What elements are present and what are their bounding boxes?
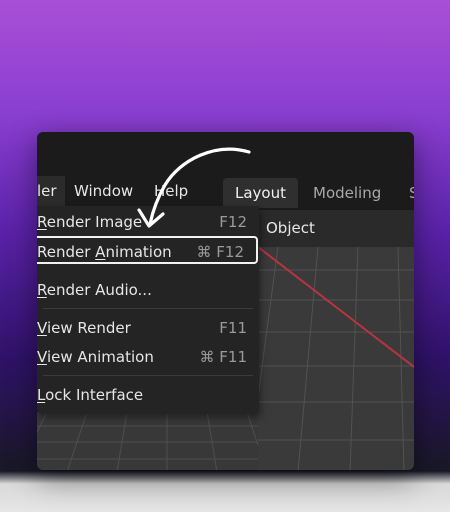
floor-grid (37, 412, 258, 470)
tab-modeling-label: Modeling (313, 184, 382, 202)
tab-sculpting[interactable]: S (397, 178, 414, 208)
3d-viewport[interactable]: Object (258, 210, 414, 470)
menu-render[interactable]: ler (37, 176, 65, 206)
tab-layout-label: Layout (235, 184, 286, 202)
menu-window[interactable]: Window (66, 176, 141, 206)
menu-help-label: Help (154, 182, 189, 200)
menu-render-label: ler (37, 182, 57, 200)
render-menu-dropdown: Render Image F12 Render Animation ⌘ F12 … (37, 206, 259, 414)
x-axis-line (258, 246, 414, 369)
menu-help[interactable]: Help (146, 176, 196, 206)
menu-item-render-audio[interactable]: Render Audio... (37, 277, 259, 303)
shortcut-label: ⌘ F11 (199, 348, 247, 366)
menu-separator (43, 308, 253, 309)
blender-window: ler Window Help Layout Modeling S Object (37, 132, 414, 470)
menu-separator (43, 375, 253, 376)
tab-modeling[interactable]: Modeling (301, 178, 393, 208)
menu-item-view-animation[interactable]: View Animation ⌘ F11 (37, 344, 259, 370)
tab-sculpting-label: S (409, 184, 414, 202)
shortcut-label: F12 (219, 213, 247, 231)
viewport-grid (258, 246, 414, 470)
shortcut-label: ⌘ F12 (196, 243, 244, 261)
menu-item-render-image[interactable]: Render Image F12 (37, 209, 259, 235)
tab-layout[interactable]: Layout (223, 178, 298, 208)
menu-item-lock-interface[interactable]: Lock Interface (37, 382, 259, 408)
menu-item-render-animation[interactable]: Render Animation ⌘ F12 (37, 236, 258, 264)
workspace-tabs: Layout Modeling S (223, 178, 414, 208)
shortcut-label: F11 (219, 319, 247, 337)
menu-item-view-render[interactable]: View Render F11 (37, 315, 259, 341)
menu-window-label: Window (74, 182, 134, 200)
